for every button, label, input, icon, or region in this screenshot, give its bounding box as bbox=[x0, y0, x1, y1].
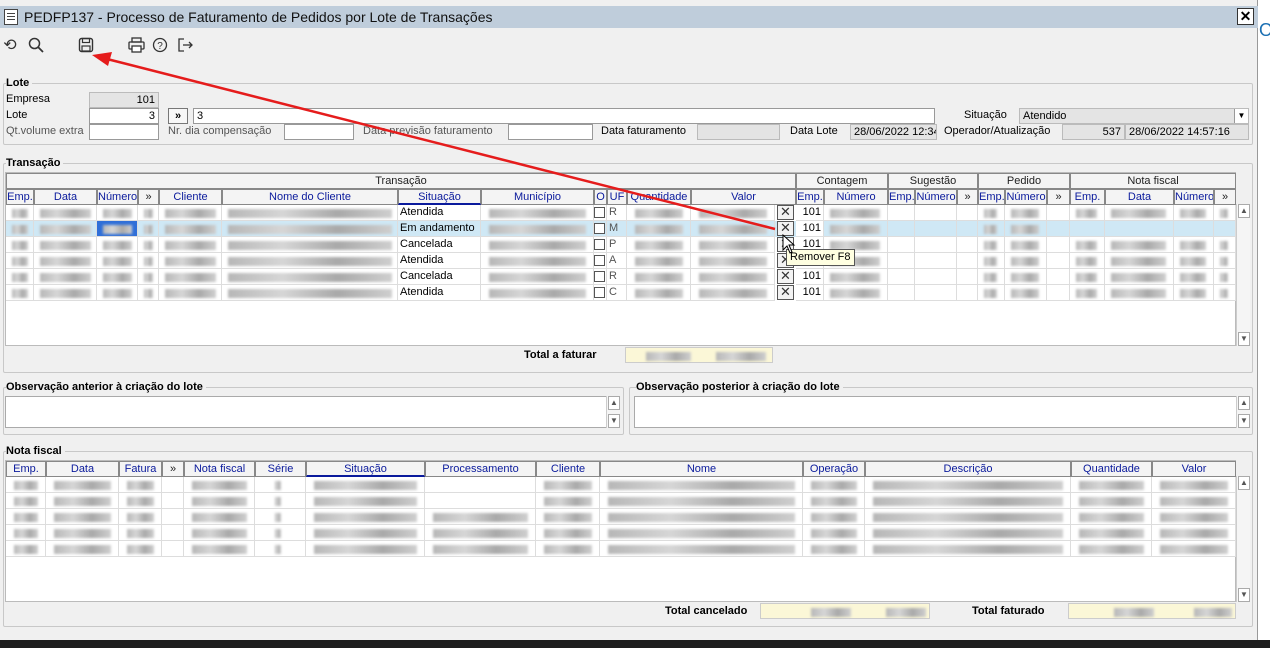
annotation-arrow bbox=[92, 52, 776, 231]
taskbar-strip bbox=[0, 640, 1270, 648]
